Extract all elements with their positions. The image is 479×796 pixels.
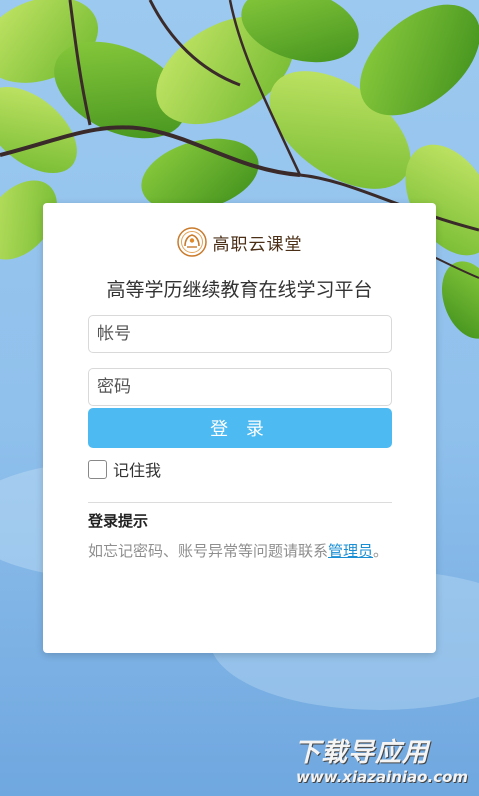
hint-text-before: 如忘记密码、账号异常等问题请联系: [88, 542, 329, 560]
watermark-url: www.xiazainiao.com: [296, 768, 469, 786]
password-input[interactable]: [88, 368, 392, 406]
watermark-title: 下载导应用: [294, 738, 430, 768]
divider: [88, 502, 392, 503]
brand-name: 高职云课堂: [212, 234, 303, 255]
admin-contact-link[interactable]: 管理员: [328, 542, 373, 560]
laurel-seal-logo-icon: [176, 227, 207, 257]
remember-me-label: 记住我: [113, 461, 162, 480]
remember-me-toggle[interactable]: 记住我: [88, 457, 161, 481]
remember-me-checkbox[interactable]: [88, 459, 107, 479]
platform-title: 高等学历继续教育在线学习平台: [106, 279, 373, 301]
login-card: 高职云课堂 高等学历继续教育在线学习平台 登 录 记住我 登录提示 如忘记密码、…: [43, 203, 436, 653]
brand-header: 高职云课堂: [43, 227, 436, 257]
account-input[interactable]: [88, 315, 392, 353]
hint-title: 登录提示: [88, 512, 149, 530]
hint-text-after: 。: [373, 542, 389, 560]
hint-text: 如忘记密码、账号异常等问题请联系管理员。: [88, 540, 388, 561]
login-button[interactable]: 登 录: [88, 408, 392, 448]
watermark: 下载导应用 www.xiazainiao.com: [286, 728, 476, 792]
